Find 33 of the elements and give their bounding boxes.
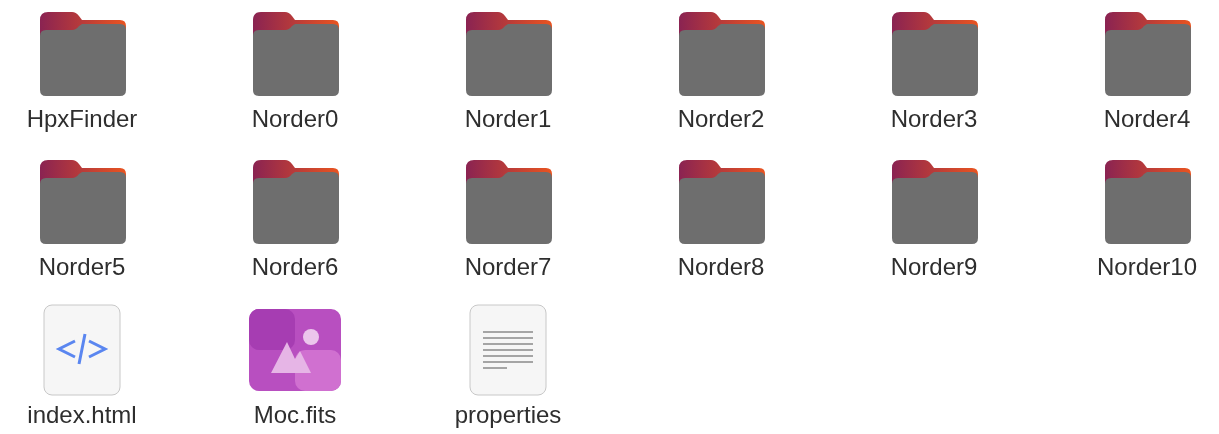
file-name: Norder7 xyxy=(464,252,552,282)
text-file-icon xyxy=(469,304,547,396)
file-item[interactable]: Norder6 xyxy=(225,154,365,294)
file-item[interactable]: index.html xyxy=(12,302,152,434)
file-name: Norder10 xyxy=(1096,252,1198,282)
file-item[interactable]: Norder2 xyxy=(651,6,791,146)
file-name: Norder2 xyxy=(677,104,765,134)
file-name: Norder0 xyxy=(251,104,339,134)
file-item[interactable]: Norder3 xyxy=(864,6,1004,146)
file-item[interactable]: HpxFinder xyxy=(12,6,152,146)
file-item[interactable]: Norder10 xyxy=(1077,154,1217,294)
file-item[interactable]: Moc.fits xyxy=(225,302,365,434)
file-item[interactable]: Norder5 xyxy=(12,154,152,294)
file-name: Norder8 xyxy=(677,252,765,282)
file-item[interactable]: Norder8 xyxy=(651,154,791,294)
file-item[interactable]: properties xyxy=(438,302,578,434)
file-name: Norder1 xyxy=(464,104,552,134)
file-name: Norder3 xyxy=(890,104,978,134)
file-name: Moc.fits xyxy=(253,400,337,430)
file-item[interactable]: Norder1 xyxy=(438,6,578,146)
file-item[interactable]: Norder0 xyxy=(225,6,365,146)
code-file-icon xyxy=(43,304,121,396)
file-name: index.html xyxy=(27,400,137,430)
file-item[interactable]: Norder7 xyxy=(438,154,578,294)
file-name: properties xyxy=(454,400,562,430)
image-file-icon xyxy=(249,309,341,391)
file-name: HpxFinder xyxy=(26,104,138,134)
file-item[interactable]: Norder9 xyxy=(864,154,1004,294)
file-name: Norder6 xyxy=(251,252,339,282)
file-name: Norder5 xyxy=(38,252,126,282)
file-name: Norder9 xyxy=(890,252,978,282)
file-item[interactable]: Norder4 xyxy=(1077,6,1217,146)
file-name: Norder4 xyxy=(1103,104,1191,134)
